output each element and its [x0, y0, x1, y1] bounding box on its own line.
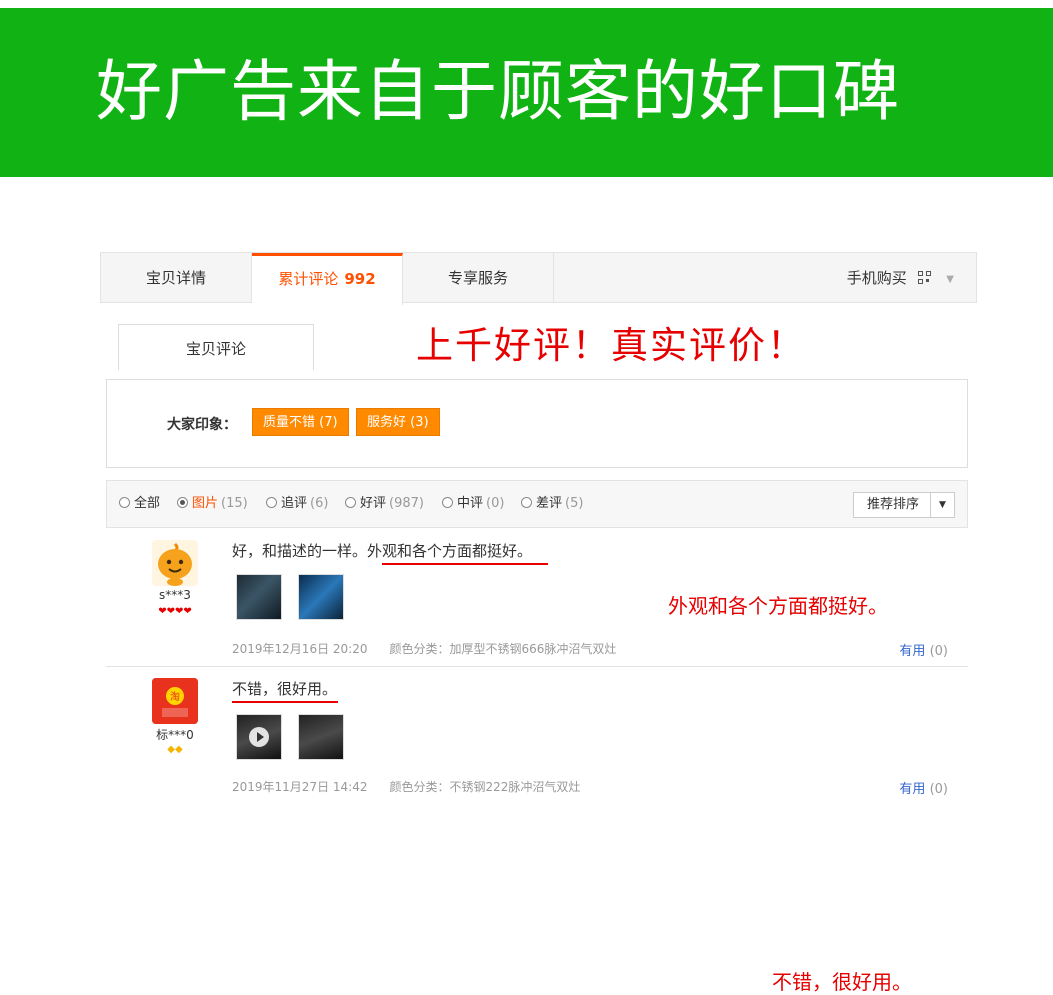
review-sku: 颜色分类：加厚型不锈钢666脉冲沼气双灶: [389, 642, 617, 656]
filter-count: (5): [565, 496, 584, 511]
avatar-taobao-icon: 淘: [152, 678, 198, 724]
radio-icon: [119, 497, 130, 508]
tab-bar: 宝贝详情 累计评论 992 专享服务 手机购买 ▼: [100, 252, 977, 305]
filter-label: 追评: [281, 496, 308, 511]
mobile-buy-button[interactable]: 手机购买 ▼: [847, 253, 954, 303]
filter-label: 图片: [192, 496, 219, 511]
top-banner: 好广告来自于顾客的好口碑: [0, 8, 1053, 177]
filter-count: (6): [310, 496, 329, 511]
review-text: 好，和描述的一样。外观和各个方面都挺好。: [232, 542, 533, 560]
tab-label: 累计评论: [278, 270, 339, 288]
avatar: [152, 540, 198, 586]
reviewer-nickname: 标***0: [156, 728, 194, 742]
sort-label: 推荐排序: [866, 497, 919, 512]
avatar: 淘: [152, 678, 198, 724]
review-sku: 颜色分类：不锈钢222脉冲沼气双灶: [389, 780, 581, 794]
filter-label: 中评: [457, 496, 484, 511]
radio-icon: [266, 497, 277, 508]
filter-negative[interactable]: 差评 (5): [521, 481, 583, 527]
review-item: 淘 标***0 ◆◆ 不错，很好用。 不错，很好用。 2019年11月27日 1…: [106, 674, 968, 994]
subtab-label: 宝贝评论: [185, 340, 246, 358]
radio-icon: [521, 497, 532, 508]
filter-neutral[interactable]: 中评 (0): [442, 481, 504, 527]
impression-tag-service[interactable]: 服务好 (3): [356, 408, 440, 436]
reviewer-level-badges: ❤❤❤❤: [158, 606, 192, 617]
review-filter-bar: 全部 图片 (15) 追评 (6) 好评 (987) 中评 (0) 差评 (5) 推荐排序…: [106, 480, 968, 528]
filter-count: (15): [221, 496, 248, 511]
tab-services[interactable]: 专享服务: [403, 253, 554, 303]
review-photo[interactable]: [298, 574, 344, 620]
highlight-quote: 外观和各个方面都挺好。: [668, 594, 888, 618]
radio-selected-icon: [177, 497, 188, 508]
review-date: 2019年11月27日 14:42: [232, 780, 368, 794]
qr-code-icon: [917, 271, 932, 285]
promo-headline: 上千好评！真实评价！: [416, 324, 806, 367]
filter-label: 全部: [134, 496, 161, 511]
filter-label: 好评: [360, 496, 387, 511]
tab-label: 专享服务: [447, 269, 508, 287]
tab-label: 宝贝详情: [145, 269, 206, 287]
review-text: 不错，很好用。: [232, 680, 338, 698]
play-icon[interactable]: [249, 727, 269, 747]
review-video[interactable]: [236, 714, 282, 760]
filter-count: (987): [389, 496, 424, 511]
review-date: 2019年12月16日 20:20: [232, 642, 368, 656]
review-photo[interactable]: [236, 574, 282, 620]
chevron-down-icon: ▼: [946, 274, 954, 285]
impressions-box: 大家印象： 质量不错 (7) 服务好 (3): [106, 379, 968, 468]
chevron-down-icon[interactable]: ▼: [930, 493, 954, 517]
highlight-underline: [382, 563, 548, 565]
svg-text:淘: 淘: [170, 690, 180, 703]
impressions-label: 大家印象：: [167, 417, 237, 433]
avatar-mascot-icon: [152, 540, 198, 586]
useful-count: (0): [929, 782, 948, 797]
useful-button[interactable]: 有用 (0): [899, 778, 948, 797]
impression-tag-quality[interactable]: 质量不错 (7): [252, 408, 349, 436]
useful-label: 有用: [899, 782, 926, 797]
banner-title: 好广告来自于顾客的好口碑: [96, 53, 900, 130]
filter-count: (0): [486, 496, 505, 511]
review-meta: 2019年11月27日 14:42 颜色分类：不锈钢222脉冲沼气双灶: [232, 778, 580, 795]
tab-reviews[interactable]: 累计评论 992: [252, 253, 403, 305]
tab-product-reviews[interactable]: 宝贝评论: [118, 324, 314, 370]
highlight-quote: 不错，很好用。: [772, 970, 912, 994]
sort-dropdown[interactable]: 推荐排序 ▼: [853, 492, 955, 518]
filter-all[interactable]: 全部: [119, 481, 163, 527]
radio-icon: [442, 497, 453, 508]
useful-button[interactable]: 有用 (0): [899, 640, 948, 659]
review-photo[interactable]: [298, 714, 344, 760]
highlight-underline: [232, 701, 338, 703]
radio-icon: [345, 497, 356, 508]
mobile-buy-label: 手机购买: [846, 269, 907, 287]
reviewer-level-badges: ◆◆: [167, 744, 183, 755]
review-count: 992: [344, 270, 376, 288]
review-item: s***3 ❤❤❤❤ 好，和描述的一样。外观和各个方面都挺好。 外观和各个方面都…: [106, 536, 968, 667]
review-meta: 2019年12月16日 20:20 颜色分类：加厚型不锈钢666脉冲沼气双灶: [232, 640, 616, 657]
review-panel: 宝贝详情 累计评论 992 专享服务 手机购买 ▼ 宝贝评论 上千好评！真实评价！…: [100, 252, 977, 994]
useful-label: 有用: [899, 644, 926, 659]
filter-label: 差评: [536, 496, 563, 511]
reviewer-nickname: s***3: [159, 588, 191, 602]
filter-followup[interactable]: 追评 (6): [266, 481, 328, 527]
tab-item-details[interactable]: 宝贝详情: [101, 253, 252, 303]
filter-images[interactable]: 图片 (15): [177, 481, 248, 527]
useful-count: (0): [929, 644, 948, 659]
filter-positive[interactable]: 好评 (987): [345, 481, 424, 527]
